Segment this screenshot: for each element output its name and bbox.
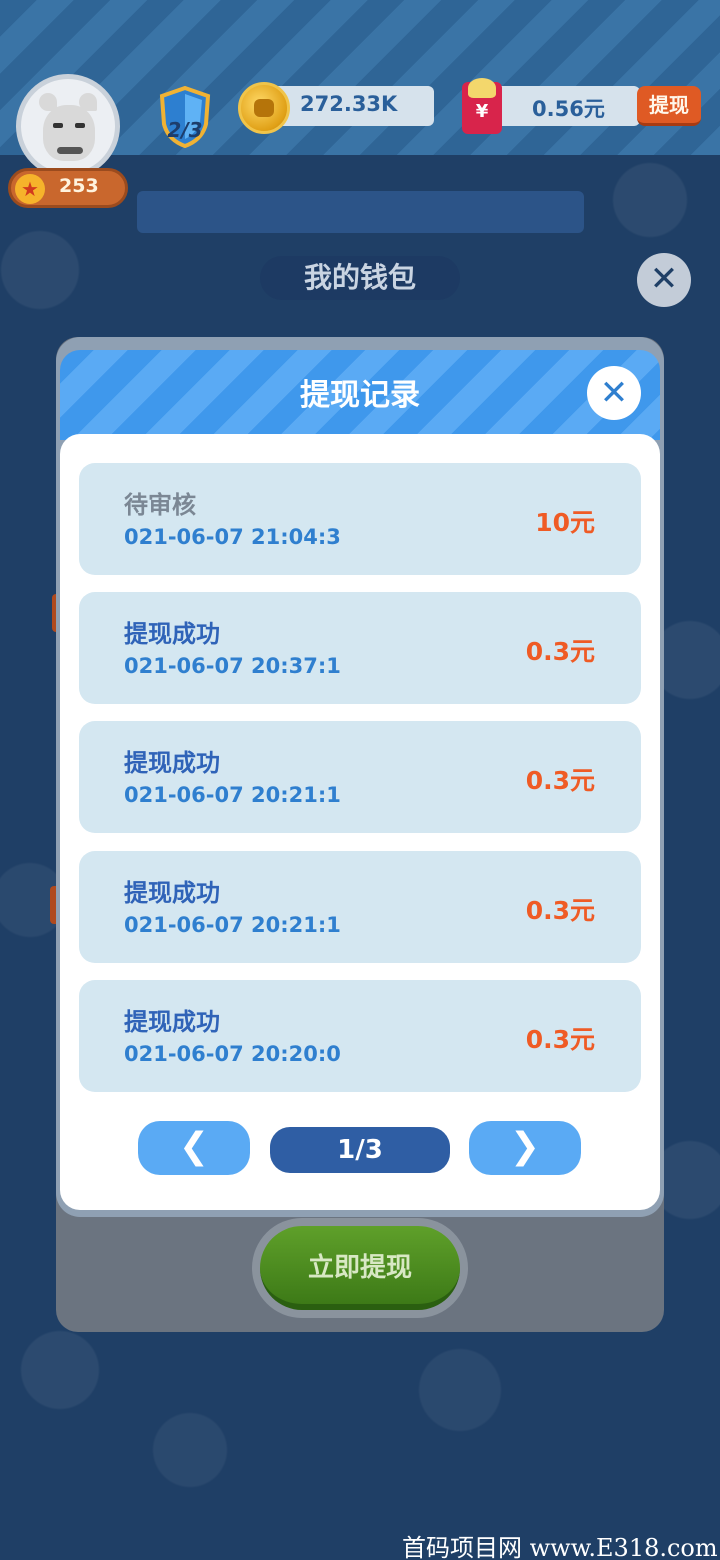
withdraw-button[interactable]: 提现 xyxy=(637,86,701,126)
record-time: 021-06-07 20:20:0 xyxy=(124,1042,341,1066)
wallet-title: 我的钱包 xyxy=(260,256,460,300)
close-icon: ✕ xyxy=(599,373,629,413)
cash-value: 0.56元 xyxy=(532,97,605,121)
withdraw-now-button[interactable]: 立即提现 xyxy=(252,1218,468,1318)
record-item: 提现成功 021-06-07 20:21:1 0.3元 xyxy=(79,851,641,963)
record-time: 021-06-07 20:21:1 xyxy=(124,913,341,937)
record-item: 提现成功 021-06-07 20:37:1 0.3元 xyxy=(79,592,641,704)
record-status: 待审核 xyxy=(124,491,196,519)
notice-bar xyxy=(137,191,584,233)
record-status: 提现成功 xyxy=(124,749,220,777)
star-icon: ★ xyxy=(15,174,45,204)
record-status: 提现成功 xyxy=(124,620,220,648)
record-amount: 0.3元 xyxy=(525,1025,595,1054)
record-item: 提现成功 021-06-07 20:20:0 0.3元 xyxy=(79,980,641,1092)
red-packet-icon: ¥ xyxy=(462,78,502,134)
avatar-mouth xyxy=(57,147,83,154)
level-value: 253 xyxy=(59,175,99,197)
watermark: 首码项目网 www.E318.com xyxy=(402,1534,718,1560)
next-page-button[interactable]: ❯ xyxy=(469,1121,581,1175)
record-item: 提现成功 021-06-07 20:21:1 0.3元 xyxy=(79,721,641,833)
record-time: 021-06-07 20:21:1 xyxy=(124,783,341,807)
record-time: 021-06-07 21:04:3 xyxy=(124,525,341,549)
coin-icon xyxy=(238,82,290,134)
coin-value: 272.33K xyxy=(300,92,398,116)
record-amount: 10元 xyxy=(535,508,595,537)
close-icon[interactable]: ✕ xyxy=(637,253,691,307)
withdraw-now-label: 立即提现 xyxy=(260,1226,460,1310)
modal-close-button[interactable]: ✕ xyxy=(587,366,641,420)
record-amount: 0.3元 xyxy=(525,637,595,666)
record-status: 提现成功 xyxy=(124,1008,220,1036)
record-amount: 0.3元 xyxy=(525,766,595,795)
prev-page-button[interactable]: ❮ xyxy=(138,1121,250,1175)
avatar[interactable] xyxy=(16,74,120,178)
page-indicator: 1/3 xyxy=(270,1127,450,1173)
level-badge: ★ 253 xyxy=(8,168,128,208)
modal-title: 提现记录 xyxy=(300,378,420,413)
shield-progress: 2/3 xyxy=(167,118,203,142)
record-time: 021-06-07 20:37:1 xyxy=(124,654,341,678)
record-status: 提现成功 xyxy=(124,879,220,907)
chevron-left-icon: ❮ xyxy=(178,1126,210,1167)
chevron-right-icon: ❯ xyxy=(509,1126,541,1167)
record-item: 待审核 021-06-07 21:04:3 10元 xyxy=(79,463,641,575)
record-amount: 0.3元 xyxy=(525,896,595,925)
